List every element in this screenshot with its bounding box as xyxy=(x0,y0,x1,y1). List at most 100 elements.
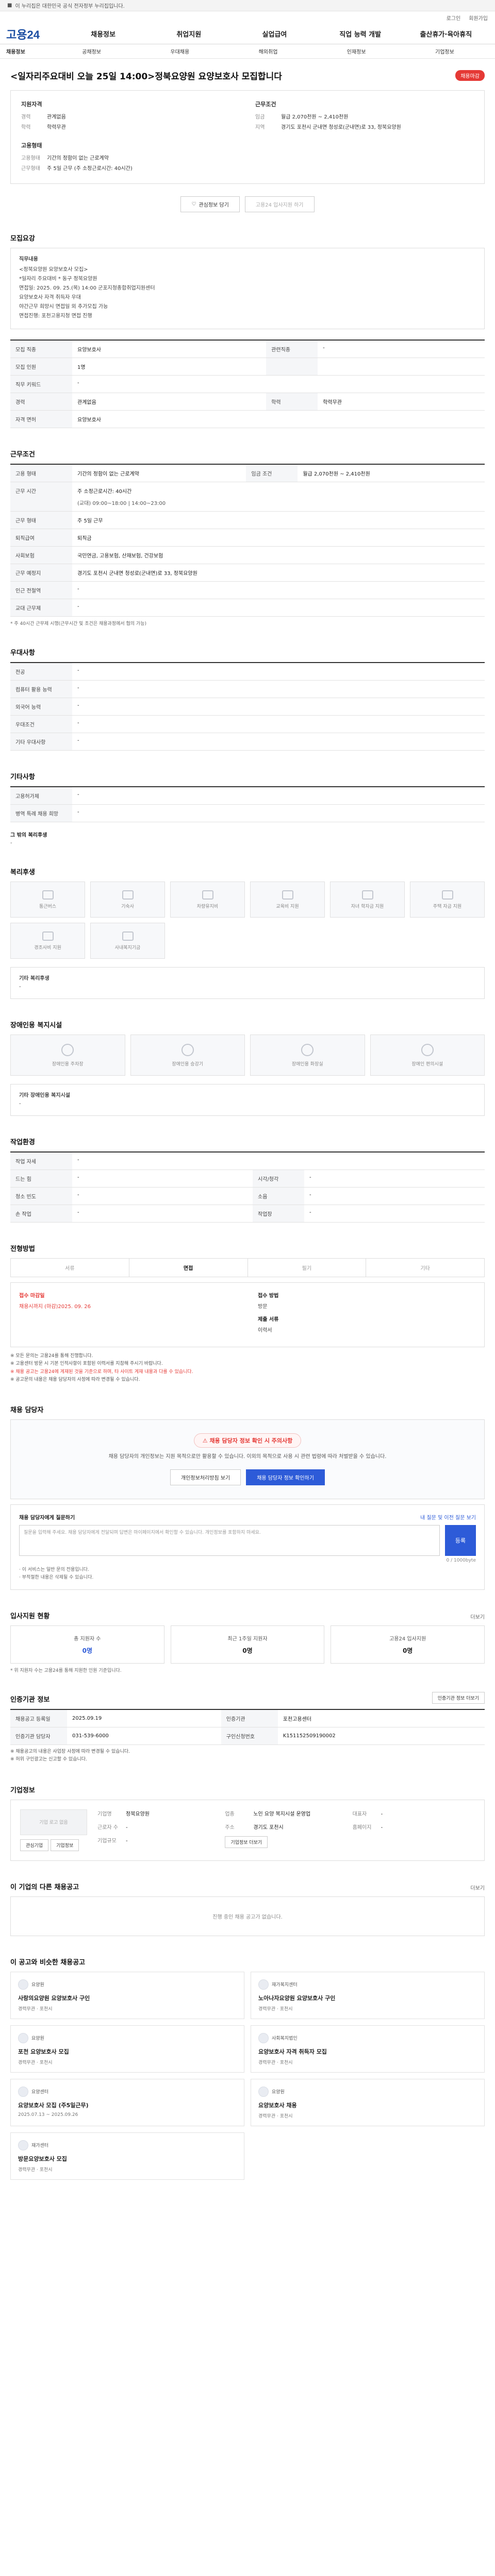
table-value: 031-539-6000 xyxy=(67,1727,221,1745)
recommend-card[interactable]: 요양원 사랑의요양원 요양보호사 구인 경력무관 · 포천시 xyxy=(10,1971,244,2019)
recommend-card[interactable]: 요양원 포천 요양보호사 모집 경력무관 · 포천시 xyxy=(10,2025,244,2073)
kv-key: 근무형태 xyxy=(21,166,40,172)
table-value: 학력무관 xyxy=(318,393,485,411)
inquiry-input[interactable]: 질문을 입력해 주세요. 채용 담당자에게 전달되며 답변은 마이페이지에서 확… xyxy=(19,1525,440,1556)
table-key: 외국어 능력 xyxy=(10,698,72,716)
table-value: - xyxy=(72,375,485,393)
rec-meta: 경력무관 · 포천시 xyxy=(18,2060,53,2065)
welfare-label: 기숙사 xyxy=(121,904,134,909)
status-label: 고용24 입사지원 xyxy=(389,1636,426,1642)
subnav-item[interactable]: 해외취업 xyxy=(224,47,312,55)
disability-item: 장애인용 승강기 xyxy=(130,1035,245,1076)
table-key: 전공 xyxy=(10,663,72,681)
tab-documents[interactable]: 서류 xyxy=(11,1259,129,1277)
apply-method-value: 방문 xyxy=(258,1304,268,1310)
gnb-item[interactable]: 실업급여 xyxy=(232,29,317,39)
environment-table: 작업 자세 - 드는 힘 - 시각/청각 - 청소 빈도 - 소음 - 손 작업 - 작업장 - xyxy=(10,1151,485,1223)
recommend-card[interactable]: 재가복지센터 노아나자요양원 요양보호사 구인 경력무관 · 포천시 xyxy=(251,1971,485,2019)
signup-link[interactable]: 회원가입 xyxy=(469,14,488,22)
kv-value: 주 5일 근무 (주 소정근로시간: 40시간) xyxy=(47,166,133,172)
kv-value: 월급 2,070천원 ~ 2,410천원 xyxy=(281,114,349,120)
rec-title: 노아나자요양원 요양보호사 구인 xyxy=(258,1994,336,2002)
agency-table: 채용공고 등록일 2025.09.19 인증기관 포천고용센터 인증기관 담당자 031… xyxy=(10,1708,485,1745)
summary-heading: 고용형태 xyxy=(21,142,42,149)
job-actions: ♡ 관심정보 담기 고용24 입사지원 하기 xyxy=(10,196,485,212)
subnav-item[interactable]: 공채정보 xyxy=(47,47,136,55)
table-value: 퇴직금 xyxy=(72,529,485,547)
subnav-item[interactable]: 우대채용 xyxy=(136,47,224,55)
privacy-policy-button[interactable]: 개인정보처리방침 보기 xyxy=(170,1469,241,1486)
site-logo[interactable]: 고용24 xyxy=(6,26,40,42)
login-link[interactable]: 로그인 xyxy=(447,14,461,22)
gnb-item[interactable]: 채용정보 xyxy=(60,29,146,39)
table-key: 고용 형태 xyxy=(10,464,72,482)
view-contact-button[interactable]: 채용 담당자 정보 확인하기 xyxy=(246,1469,325,1486)
tab-interview[interactable]: 면접 xyxy=(129,1259,248,1277)
kv-key: 고용형태 xyxy=(21,156,40,161)
apply-button[interactable]: 고용24 입사지원 하기 xyxy=(244,196,315,212)
company-key: 주소 xyxy=(225,1824,235,1831)
agency-more-button[interactable]: 인증기관 정보 더보기 xyxy=(432,1691,485,1704)
table-key xyxy=(266,358,318,376)
gnb-item[interactable]: 취업지원 xyxy=(146,29,232,39)
subnav-item[interactable]: 인재정보 xyxy=(312,47,401,55)
method-notes: ※ 모든 문의는 고용24를 통해 진행합니다. ※ 고용센터 방문 시 기본 … xyxy=(10,1352,485,1384)
recommend-card[interactable]: 사회복지법인 요양보호사 자격 취득자 모집 경력무관 · 포천시 xyxy=(251,2025,485,2073)
gnb-item[interactable]: 출산휴가·육아휴직 xyxy=(403,29,489,39)
note-item: ※ 모든 문의는 고용24를 통해 진행합니다. xyxy=(10,1353,93,1359)
welfare-other: 기타 복리후생 - xyxy=(10,967,485,999)
other-jobs-more-link[interactable]: 더보기 xyxy=(470,1884,485,1891)
inquiry-submit-button[interactable]: 등록 xyxy=(445,1525,476,1556)
company-info-button[interactable]: 기업정보 xyxy=(51,1839,79,1851)
table-value: - xyxy=(72,715,485,733)
work-hours-detail: (교대) 09:00~18:00 | 14:00~23:00 xyxy=(77,501,166,506)
company-value: - xyxy=(126,1824,128,1831)
desc-line: <정북요양원 요양보호사 모집> xyxy=(19,267,88,273)
status-count: 0명 xyxy=(402,1647,413,1654)
apply-method-box: 접수 마감일 채용시까지 (마감)2025. 09. 26 접수 방법 방문 제… xyxy=(10,1282,485,1347)
section-title: 기타사항 xyxy=(10,773,35,781)
welfare-label: 자녀 학자금 지원 xyxy=(351,904,384,909)
recommend-card[interactable]: 재가센터 방문요양보호사 모집 경력무관 · 포천시 xyxy=(10,2132,244,2180)
byte-counter: 0 / 1000byte xyxy=(446,1558,476,1564)
contact-warning-text: 채용 담당자 정보 확인 시 주의사항 xyxy=(209,1437,293,1445)
welfare-label: 차량유지비 xyxy=(196,904,219,909)
inquiry-box: 채용 담당자에게 질문하기 내 질문 및 이전 질문 보기 질문을 입력해 주세… xyxy=(10,1504,485,1590)
tab-written[interactable]: 필기 xyxy=(248,1259,367,1277)
table-key: 근무 시간 xyxy=(10,482,72,512)
deadline-value: 채용시까지 (마감)2025. 09. 26 xyxy=(19,1304,91,1310)
gnb-item[interactable]: 직업 능력 개발 xyxy=(318,29,403,39)
rec-meta: 경력무관 · 포천시 xyxy=(258,2060,293,2065)
status-count: 0명 xyxy=(242,1647,253,1654)
rec-org: 사회복지법인 xyxy=(272,2036,298,2042)
section-title: 이 기업의 다른 채용공고 xyxy=(10,1883,79,1891)
tab-other[interactable]: 기타 xyxy=(366,1259,484,1277)
recommend-card[interactable]: 요양원 요양보호사 채용 경력무관 · 포천시 xyxy=(251,2078,485,2126)
subnav-item[interactable]: 채용정보 xyxy=(6,47,47,55)
table-value: 2025.09.19 xyxy=(67,1709,221,1727)
table-key: 모집 인원 xyxy=(10,358,72,376)
inquiry-history-link[interactable]: 내 질문 및 이전 질문 보기 xyxy=(420,1513,476,1521)
section-title: 우대사항 xyxy=(10,649,35,657)
restroom-icon xyxy=(301,1043,314,1056)
scrap-button[interactable]: ♡ 관심정보 담기 xyxy=(180,196,240,212)
table-value: - xyxy=(72,663,485,681)
recommend-card[interactable]: 요양센터 요양보호사 모집 (주5일근무) 2025.07.13 ~ 2025.09… xyxy=(10,2078,244,2126)
disability-item: 장애인용 화장실 xyxy=(250,1035,365,1076)
section-title: 채용 담당자 xyxy=(10,1406,44,1415)
status-more-link[interactable]: 더보기 xyxy=(470,1613,485,1620)
inquiry-title: 채용 담당자에게 질문하기 xyxy=(19,1515,75,1521)
follow-company-button[interactable]: 관심기업 xyxy=(20,1839,49,1851)
job-title-row: <일자리주요대비 오늘 25일 14:00>정북요양원 요양보호사 모집합니다 … xyxy=(10,69,485,82)
table-value: - xyxy=(72,1170,253,1188)
status-note: * 위 지원자 수는 고용24를 통해 지원한 인원 기준입니다. xyxy=(10,1668,122,1673)
status-label: 최근 1주일 지원자 xyxy=(227,1636,268,1642)
rec-org: 요양원 xyxy=(31,2036,44,2042)
table-key: 임금 조건 xyxy=(246,464,298,482)
section-title: 입사지원 현황 xyxy=(10,1612,50,1620)
company-more-button[interactable]: 기업정보 더보기 xyxy=(225,1836,268,1849)
table-key: 작업장 xyxy=(253,1205,304,1223)
kv-value: 관계없음 xyxy=(47,114,66,120)
table-value: 포천고용센터 xyxy=(277,1709,485,1727)
subnav-item[interactable]: 기업정보 xyxy=(401,47,489,55)
